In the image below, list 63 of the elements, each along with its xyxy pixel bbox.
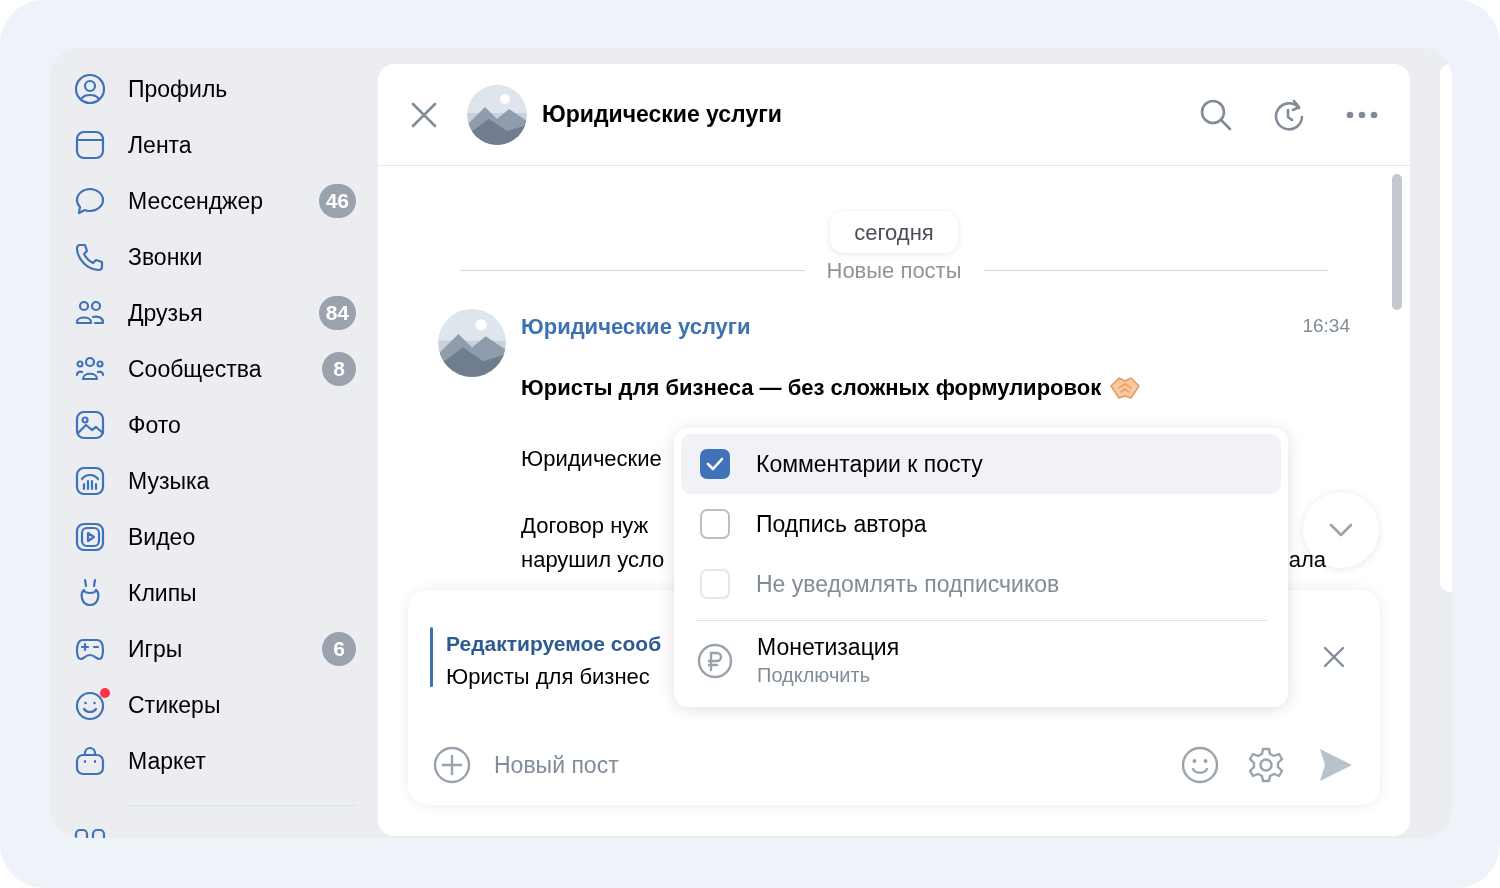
send-icon	[1318, 747, 1354, 783]
search-icon	[1199, 97, 1233, 132]
menu-item-subtitle: Подключить	[757, 663, 872, 688]
post-input[interactable]: Новый пост	[494, 745, 1158, 785]
video-icon	[74, 521, 106, 553]
apps-icon	[74, 828, 106, 838]
sidebar-item[interactable]: Видео	[74, 509, 356, 565]
bag-icon	[74, 745, 106, 777]
editing-text: Юристы для бизнес	[446, 663, 650, 691]
monetization-item[interactable]: Монетизация Подключить	[681, 621, 1281, 701]
sidebar-item[interactable]: Сообщества 8	[74, 341, 356, 397]
chat-icon	[74, 185, 106, 217]
sidebar-item[interactable]: Профиль	[74, 61, 356, 117]
plus-icon	[433, 746, 471, 784]
sidebar-item[interactable]: Лента	[74, 117, 356, 173]
ruble-icon	[697, 643, 733, 679]
count-badge: 84	[318, 296, 356, 330]
feed-icon	[74, 129, 106, 161]
count-badge: 46	[318, 184, 356, 218]
editing-label: Редактируемое сооб	[446, 631, 662, 657]
close-icon	[1323, 646, 1345, 668]
checkbox[interactable]	[700, 449, 730, 479]
post-text: Договор нуж	[521, 512, 650, 540]
sidebar-item[interactable]: Друзья 84	[74, 285, 356, 341]
post-text: Юридические	[521, 445, 662, 473]
post-time: 16:34	[1302, 313, 1350, 338]
smiley-icon	[74, 689, 106, 721]
settings-button[interactable]	[1246, 745, 1286, 785]
settings-icon	[1247, 746, 1285, 784]
sidebar-item[interactable]: Музыка	[74, 453, 356, 509]
smiley-icon	[1181, 746, 1219, 784]
check-icon	[706, 457, 724, 471]
post-text: ала	[1288, 546, 1326, 574]
post-author-link[interactable]: Юридические услуги	[521, 309, 751, 343]
count-badge: 8	[322, 352, 356, 386]
more-icon	[1346, 110, 1378, 119]
scrollbar[interactable]	[1392, 174, 1402, 310]
sidebar-item[interactable]: Клипы	[74, 565, 356, 621]
phone-icon	[74, 241, 106, 273]
post-text: нарушил усло	[521, 546, 665, 574]
menu-checkbox-item[interactable]: Комментарии к посту	[681, 434, 1281, 494]
emoji-button[interactable]	[1180, 745, 1220, 785]
photo-icon	[74, 409, 106, 441]
music-icon	[74, 465, 106, 497]
close-icon	[411, 101, 437, 128]
new-posts-label: Новые посты	[826, 257, 962, 285]
chevron-down-icon	[1329, 523, 1353, 537]
sidebar-item[interactable]: Маркет	[74, 733, 356, 789]
sidebar-item[interactable]: Фото	[74, 397, 356, 453]
profile-icon	[74, 73, 106, 105]
menu-item-title: Монетизация	[757, 633, 900, 661]
date-chip: сегодня	[830, 211, 958, 253]
post-title: Юристы для бизнеса — без сложных формулировок	[521, 374, 1102, 402]
sidebar-item[interactable]: Стикеры	[74, 677, 356, 733]
sidebar-item[interactable]: Мессенджер 46	[74, 173, 356, 229]
sidebar-item[interactable]: Игры 6	[74, 621, 356, 677]
sidebar-item[interactable]: Звонки	[74, 229, 356, 285]
attach-button[interactable]	[432, 745, 472, 785]
menu-checkbox-item[interactable]: Подпись автора	[681, 494, 1281, 554]
count-badge: 6	[322, 632, 356, 666]
checkbox[interactable]	[700, 509, 730, 539]
chat-title: Юридические услуги	[542, 100, 783, 130]
clock-arrow-icon	[1273, 97, 1305, 132]
